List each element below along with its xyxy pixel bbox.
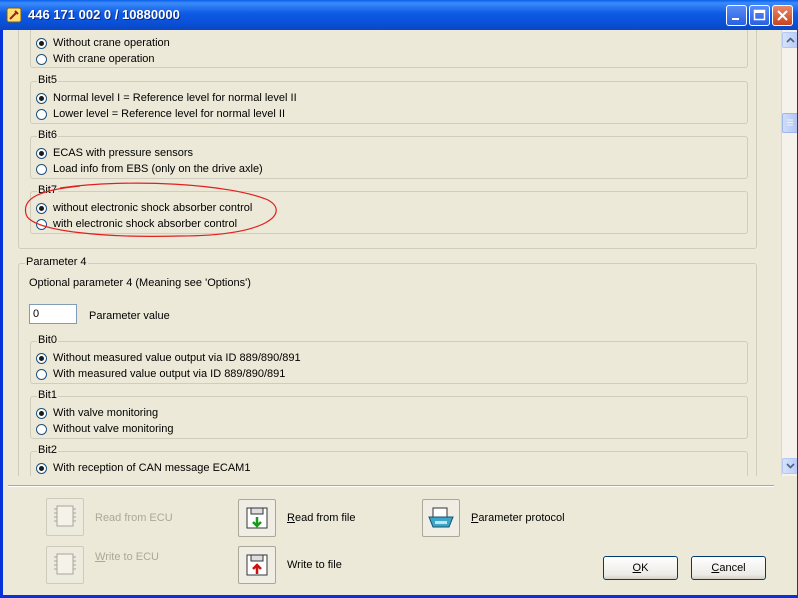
close-button[interactable] <box>772 5 793 26</box>
radio-label: With measured value output via ID 889/89… <box>53 368 286 380</box>
radio-label: ECAS with pressure sensors <box>53 147 193 159</box>
radio-with-measured-output[interactable]: With measured value output via ID 889/89… <box>36 367 285 381</box>
p4-bit0-group: Bit0 Without measured value output via I… <box>30 334 748 384</box>
radio-button[interactable] <box>36 53 47 65</box>
title-bar[interactable]: 446 171 002 0 / 10880000 <box>0 0 798 30</box>
annotation-ellipse <box>24 182 277 237</box>
scroll-down-button[interactable] <box>782 458 797 474</box>
scroll-up-button[interactable] <box>782 32 797 48</box>
divider <box>8 485 774 487</box>
radio-button[interactable] <box>36 37 47 49</box>
radio-label: Lower level = Reference level for normal… <box>53 108 286 120</box>
parameter-4-description: Optional parameter 4 (Meaning see 'Optio… <box>29 277 251 289</box>
radio-with-valve-monitoring[interactable]: With valve monitoring <box>36 406 158 420</box>
group-legend: Bit2 <box>37 444 58 457</box>
radio-button[interactable] <box>36 423 47 435</box>
parameter-4-legend: Parameter 4 <box>25 256 88 269</box>
dialog-window: 446 171 002 0 / 10880000 Without crane o… <box>0 0 798 598</box>
radio-with-crane[interactable]: With crane operation <box>36 52 155 66</box>
radio-label: Load info from EBS (only on the drive ax… <box>53 163 263 175</box>
cancel-button[interactable]: Cancel <box>691 556 766 580</box>
radio-without-measured-output[interactable]: Without measured value output via ID 889… <box>36 351 301 365</box>
read-from-file-label: Read from file <box>287 512 356 524</box>
group-legend: Bit1 <box>37 389 58 402</box>
write-to-ecu-label: Write to ECU <box>95 551 159 563</box>
read-from-ecu-label: Read from ECU <box>95 512 173 524</box>
radio-button[interactable] <box>36 407 47 419</box>
maximize-icon <box>753 9 766 21</box>
bit4-group: Without crane operation With crane opera… <box>30 30 748 68</box>
radio-ecas-pressure[interactable]: ECAS with pressure sensors <box>36 146 193 160</box>
radio-button[interactable] <box>36 92 47 104</box>
chevron-down-icon <box>785 463 795 469</box>
radio-button[interactable] <box>36 462 47 474</box>
app-icon <box>6 7 22 23</box>
close-icon <box>777 10 788 21</box>
parameter-protocol-button[interactable] <box>422 499 460 537</box>
ecu-chip-icon <box>54 505 76 527</box>
parameter-protocol-label: Parameter protocol <box>471 512 565 524</box>
radio-button[interactable] <box>36 352 47 364</box>
ecu-chip-icon <box>54 553 76 575</box>
command-panel: Read from ECU Write to ECU Read from fil… <box>8 476 797 595</box>
chevron-up-icon <box>785 37 795 43</box>
vertical-scrollbar[interactable] <box>781 30 797 476</box>
floppy-read-icon <box>246 507 268 529</box>
write-to-ecu-button[interactable] <box>46 546 84 584</box>
radio-with-can-ecam1[interactable]: With reception of CAN message ECAM1 <box>36 461 250 475</box>
write-to-file-label: Write to file <box>287 559 342 571</box>
bit6-group: Bit6 ECAS with pressure sensors Load inf… <box>30 129 748 179</box>
scroll-thumb[interactable] <box>782 113 797 133</box>
parameter-value-label: Parameter value <box>89 310 170 322</box>
radio-label: Without crane operation <box>53 37 170 49</box>
radio-button[interactable] <box>36 163 47 175</box>
radio-button[interactable] <box>36 108 47 120</box>
radio-normal-level[interactable]: Normal level I = Reference level for nor… <box>36 91 297 105</box>
radio-without-valve-monitoring[interactable]: Without valve monitoring <box>36 422 173 436</box>
group-legend: Bit0 <box>37 334 58 347</box>
window-title: 446 171 002 0 / 10880000 <box>28 7 180 22</box>
radio-button[interactable] <box>36 147 47 159</box>
radio-label: With valve monitoring <box>53 407 159 419</box>
ok-button[interactable]: OK <box>603 556 678 580</box>
radio-label: Without measured value output via ID 889… <box>53 352 301 364</box>
minimize-icon <box>732 18 739 20</box>
read-from-file-button[interactable] <box>238 499 276 537</box>
radio-label: Normal level I = Reference level for nor… <box>53 92 297 104</box>
write-to-file-button[interactable] <box>238 546 276 584</box>
p4-bit1-group: Bit1 With valve monitoring Without valve… <box>30 389 748 439</box>
parameter-scroll-area[interactable]: Without crane operation With crane opera… <box>8 30 797 476</box>
bit5-group: Bit5 Normal level I = Reference level fo… <box>30 74 748 124</box>
radio-label: With reception of CAN message ECAM1 <box>53 462 251 474</box>
radio-label: Without valve monitoring <box>53 423 174 435</box>
radio-lower-level[interactable]: Lower level = Reference level for normal… <box>36 107 285 121</box>
floppy-write-icon <box>246 554 268 576</box>
radio-without-crane[interactable]: Without crane operation <box>36 36 170 50</box>
radio-load-info-ebs[interactable]: Load info from EBS (only on the drive ax… <box>36 162 263 176</box>
printer-icon <box>428 507 454 528</box>
read-from-ecu-button[interactable] <box>46 498 84 536</box>
group-legend: Bit5 <box>37 74 58 87</box>
radio-label: With crane operation <box>53 53 155 65</box>
group-legend: Bit6 <box>37 129 58 142</box>
grip-icon <box>787 119 793 126</box>
parameter-value-input[interactable] <box>29 304 77 324</box>
p4-bit2-group: Bit2 With reception of CAN message ECAM1 <box>30 444 748 476</box>
maximize-button[interactable] <box>749 5 770 26</box>
minimize-button[interactable] <box>726 5 747 26</box>
radio-button[interactable] <box>36 368 47 380</box>
